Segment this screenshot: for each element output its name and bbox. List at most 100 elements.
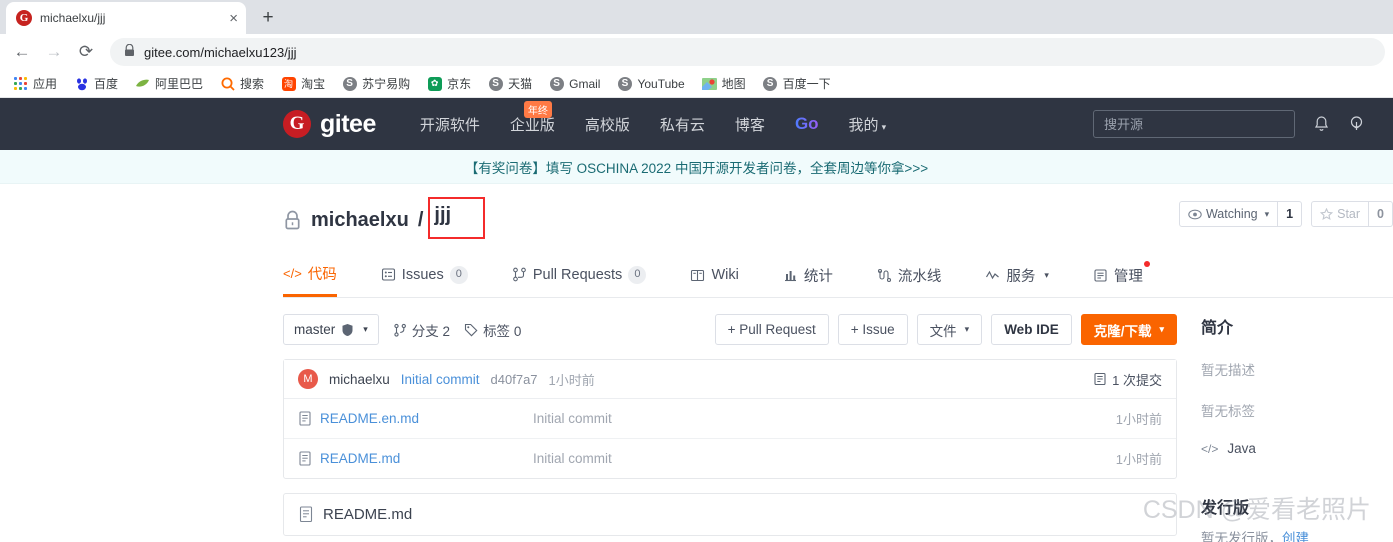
commit-sha[interactable]: d40f7a7 [491, 372, 538, 387]
star-button[interactable]: Star [1311, 201, 1370, 227]
back-icon[interactable]: ← [8, 38, 36, 66]
star-label: Star [1337, 207, 1361, 221]
survey-banner[interactable]: 【有奖问卷】填写 OSCHINA 2022 中国开源开发者问卷，全套周边等你拿>… [0, 150, 1393, 184]
commit-message[interactable]: Initial commit [401, 372, 480, 387]
bookmark-baidu[interactable]: 百度 [67, 73, 125, 94]
about-title: 简介 [1201, 320, 1234, 337]
forward-icon[interactable]: → [40, 38, 68, 66]
tab-statistics[interactable]: 统计 [783, 257, 833, 296]
bookmark-tmall[interactable]: S 天猫 [481, 73, 539, 94]
tab-manage[interactable]: 管理 [1093, 257, 1150, 296]
bell-icon[interactable] [1313, 115, 1330, 133]
watch-button-group[interactable]: Watching ▾ 1 [1178, 201, 1303, 227]
nav-blog[interactable]: 博客 [735, 114, 765, 135]
search-input[interactable] [1093, 110, 1295, 138]
tab-code[interactable]: </> 代码 [283, 255, 337, 297]
bookmark-suning[interactable]: S 苏宁易购 [335, 73, 417, 94]
branch-name: master [294, 322, 336, 337]
bookmark-jd[interactable]: ✿ 京东 [420, 73, 478, 94]
bookmark-label: 天猫 [508, 77, 533, 91]
tags-link[interactable]: 标签 0 [464, 320, 521, 340]
tab-pull-requests[interactable]: Pull Requests 0 [512, 258, 647, 293]
file-name-cell[interactable]: README.en.md [298, 411, 533, 426]
table-row[interactable]: README.en.md Initial commit 1小时前 [284, 399, 1176, 439]
shield-icon [342, 323, 353, 336]
reload-icon[interactable]: ⟳ [72, 38, 100, 66]
file-icon [299, 451, 311, 466]
pr-icon [512, 268, 526, 282]
address-bar[interactable]: gitee.com/michaelxu123/jjj [110, 38, 1385, 66]
manage-icon [1094, 268, 1107, 282]
repo-title: michaelxu / jjj [283, 197, 486, 239]
bookmark-map[interactable]: 地图 [695, 73, 753, 94]
issues-count: 0 [449, 266, 468, 284]
bookmark-youtube[interactable]: S YouTube [610, 74, 691, 93]
bookmark-alibaba[interactable]: 阿里巴巴 [128, 73, 210, 94]
new-tab-button[interactable]: + [254, 4, 282, 32]
file-name-cell[interactable]: README.md [298, 451, 533, 466]
tab-issues[interactable]: Issues 0 [381, 258, 468, 293]
bookmark-gmail[interactable]: S Gmail [542, 74, 607, 93]
issue-icon [381, 268, 395, 282]
tab-label: 流水线 [897, 268, 942, 285]
nav-label: 私有云 [659, 116, 705, 134]
avatar[interactable]: M [298, 369, 318, 389]
commit-author[interactable]: michaelxu [329, 372, 390, 387]
nav-open-source[interactable]: 开源软件 [420, 114, 480, 135]
files-dropdown-button[interactable]: 文件 ▾ [916, 314, 983, 345]
pr-count: 0 [628, 266, 647, 284]
chevron-down-icon: ▾ [1159, 324, 1164, 334]
table-row[interactable]: README.md Initial commit 1小时前 [284, 439, 1176, 478]
close-icon[interactable]: × [229, 11, 238, 26]
star-count[interactable]: 0 [1369, 201, 1393, 227]
new-pull-request-button[interactable]: + Pull Request [714, 314, 829, 345]
latest-commit-row: M michaelxu Initial commit d40f7a7 1小时前 … [284, 360, 1176, 399]
commit-count-label: 1 次提交 [1112, 372, 1162, 388]
bookmark-label: 淘宝 [301, 77, 326, 91]
watch-button[interactable]: Watching ▾ [1178, 201, 1279, 227]
clone-download-button[interactable]: 克隆/下载 ▾ [1080, 314, 1177, 345]
branches-link[interactable]: 分支 2 [393, 320, 450, 340]
bookmark-baidu-yixia[interactable]: S 百度一下 [756, 73, 838, 94]
bookmark-taobao[interactable]: 淘 淘宝 [274, 73, 332, 94]
watch-count[interactable]: 1 [1278, 201, 1303, 227]
repo-owner[interactable]: michaelxu [311, 209, 409, 232]
bookmark-label: 搜索 [240, 77, 265, 91]
create-release-link[interactable]: 创建 [1282, 531, 1309, 542]
site-nav: 开源软件 企业版 年终 高校版 私有云 博客 Go 我的 ▾ [420, 100, 887, 135]
gitee-logo[interactable]: G gitee [283, 110, 376, 139]
nav-campus[interactable]: 高校版 [585, 114, 630, 135]
no-description: 暂无描述 [1201, 363, 1255, 378]
nav-private-cloud[interactable]: 私有云 [660, 114, 705, 135]
tab-services[interactable]: 服务 ▾ [985, 257, 1049, 296]
commit-count-link[interactable]: 1 次提交 [1093, 370, 1162, 389]
star-button-group[interactable]: Star 0 [1311, 201, 1393, 227]
nav-mine[interactable]: 我的 ▾ [849, 114, 887, 135]
code-icon: </> [283, 266, 302, 281]
globe-icon: S [342, 76, 357, 91]
browser-tab[interactable]: G michaelxu/jjj × [6, 2, 246, 34]
primary-language[interactable]: </> Java [1201, 441, 1393, 456]
new-issue-button[interactable]: + Issue [837, 314, 908, 345]
globe-icon: S [549, 76, 564, 91]
branch-selector[interactable]: master ▾ [283, 314, 379, 345]
bookmark-search[interactable]: 搜索 [213, 73, 271, 94]
web-ide-button[interactable]: Web IDE [991, 314, 1072, 345]
map-icon [701, 76, 717, 91]
tab-pipeline[interactable]: 流水线 [877, 257, 942, 296]
readme-header: README.md [284, 494, 1176, 535]
repo-name[interactable]: jjj [434, 204, 451, 226]
bookmark-apps[interactable]: 应用 [6, 73, 64, 94]
chevron-down-icon: ▾ [1044, 269, 1049, 280]
watch-label: Watching [1205, 207, 1258, 221]
tab-label: 代码 [307, 267, 337, 283]
site-header: G gitee 开源软件 企业版 年终 高校版 私有云 博客 Go 我的 ▾ [0, 98, 1393, 150]
nav-enterprise[interactable]: 企业版 年终 [510, 100, 555, 135]
browser-window: G michaelxu/jjj × + ← → ⟳ gitee.com/mich… [0, 0, 1393, 542]
repo-tabs: </> 代码 Issues 0 Pull Requests 0 Wiki 统计 [283, 255, 1393, 298]
bookmarks-bar: 应用 百度 阿里巴巴 搜索 淘 淘宝 S 苏宁易购 ✿ 京东 S 天猫 S Gm… [0, 70, 1393, 98]
lightbulb-icon[interactable] [1348, 115, 1365, 133]
nav-go[interactable]: Go [795, 114, 819, 134]
gitee-logo-icon: G [283, 110, 311, 138]
tab-wiki[interactable]: Wiki [690, 259, 739, 293]
